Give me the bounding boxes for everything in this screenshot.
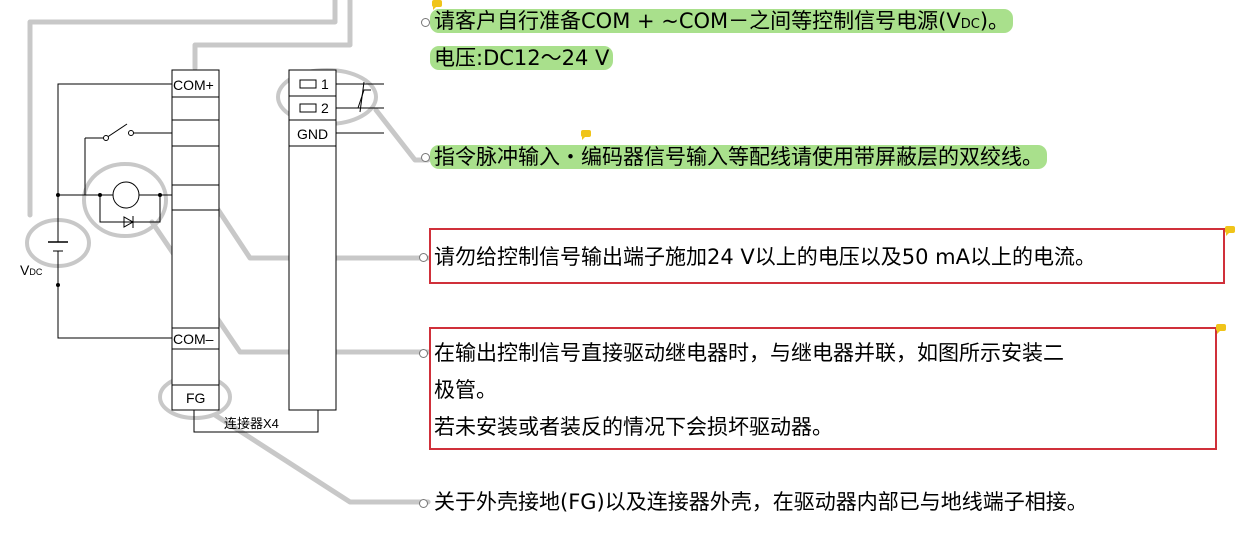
note-frame-ground: 关于外壳接地(FG)以及连接器外壳，在驱动器内部已与地线端子相接。 — [434, 490, 1088, 514]
label-vdc: VDC — [20, 262, 43, 278]
callout-twisted-pair — [373, 107, 431, 163]
label-gnd: GND — [297, 126, 328, 142]
relay-coil-icon — [112, 181, 140, 209]
note-diode-line-1: 在输出控制信号直接驱动继电器时，与继电器并联，如图所示安装二 — [434, 341, 1064, 365]
note-output-rating: 请勿给控制信号输出端子施加24 V以上的电压以及50 mA以上的电流。 — [434, 245, 1096, 269]
label-terminal-2: 2 — [321, 100, 329, 116]
label-fg: FG — [186, 390, 205, 406]
callout-com-plus — [192, 0, 353, 71]
label-com-minus: COM– — [173, 331, 214, 347]
switch-contacts — [103, 130, 134, 141]
connector-x4 — [171, 69, 220, 411]
signal-connector — [288, 69, 337, 411]
bullet-note-2 — [421, 153, 430, 162]
comment-marker-4 — [1216, 324, 1226, 334]
note-voltage: 电压:DC12～24 V — [430, 41, 614, 75]
label-terminal-1: 1 — [321, 76, 329, 92]
comment-marker-3 — [1225, 226, 1235, 236]
junction-dots — [56, 193, 162, 287]
note-diode-line-2: 极管。 — [434, 378, 497, 402]
label-com-plus: COM+ — [173, 77, 214, 93]
comment-marker-2 — [581, 130, 591, 140]
bullet-note-4 — [419, 349, 428, 358]
battery-symbol — [48, 230, 68, 255]
bullet-note-3 — [419, 253, 428, 262]
bullet-note-1 — [421, 18, 430, 27]
note-power-supply: 请客户自行准备COM + ~COM－之间等控制信号电源(VDC)。 — [430, 4, 1014, 42]
note-twisted-pair: 指令脉冲输入・编码器信号输入等配线请使用带屏蔽层的双绞线。 — [430, 140, 1047, 174]
note-diode-line-3: 若未安装或者装反的情况下会损坏驱动器。 — [434, 415, 833, 439]
label-connector-x4: 连接器X4 — [224, 416, 279, 431]
bullet-note-5 — [419, 499, 428, 508]
